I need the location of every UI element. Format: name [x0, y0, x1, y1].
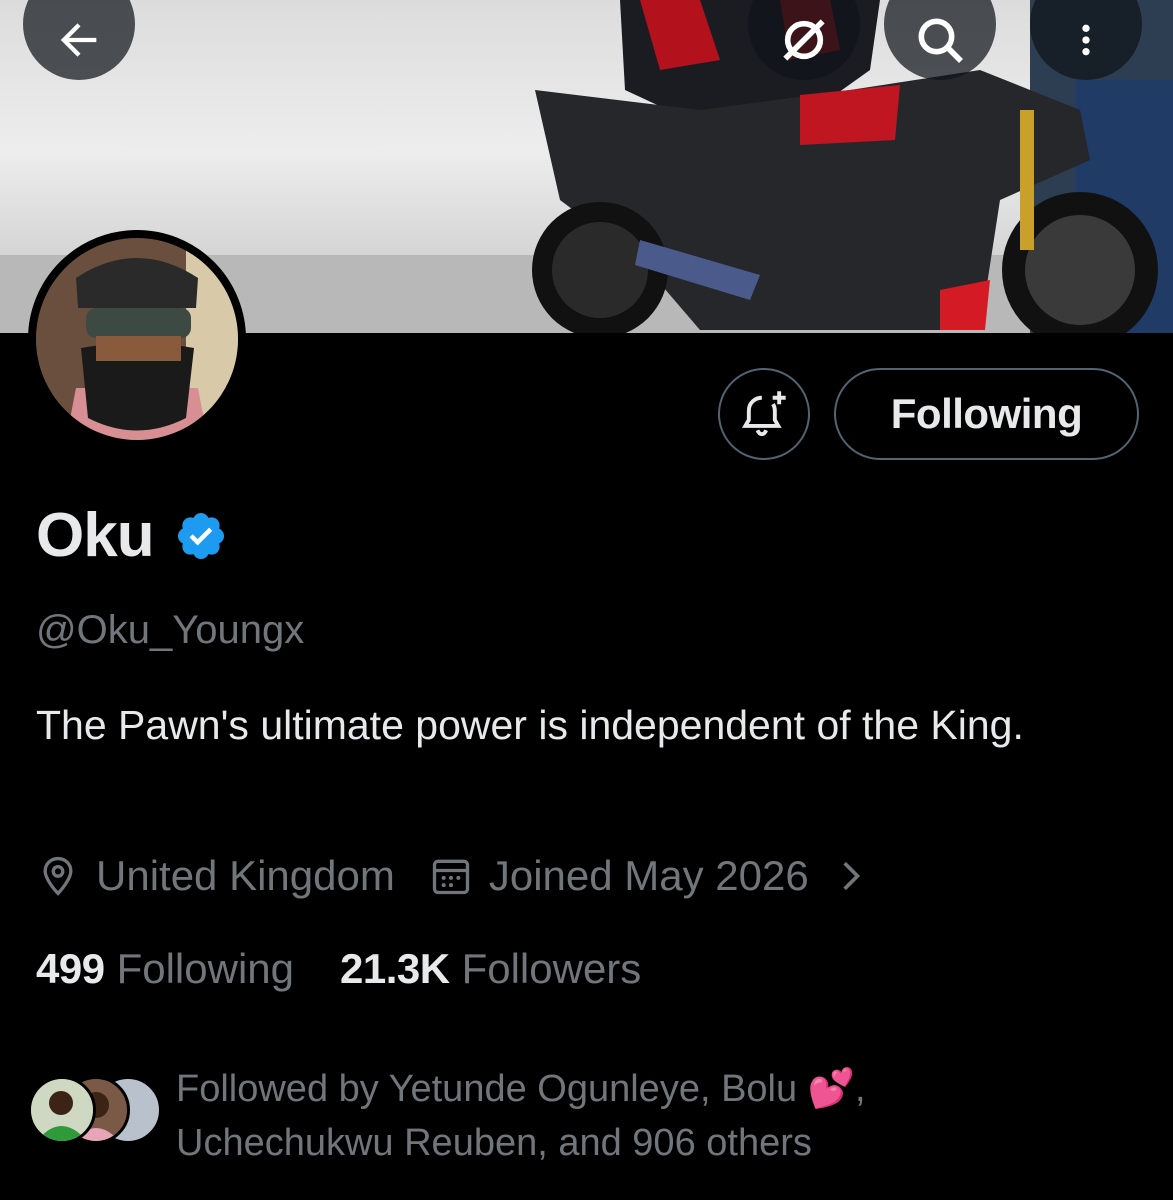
location-text: United Kingdom — [96, 852, 395, 899]
followed-by[interactable]: Followed by Yetunde Ogunleye, Bolu 💕, Uc… — [28, 1062, 956, 1170]
bell-plus-icon — [742, 391, 786, 437]
following-label: Following — [116, 945, 294, 992]
display-name: Oku — [36, 501, 155, 570]
following-button[interactable]: Following — [834, 368, 1139, 460]
following-stat[interactable]: 499 Following — [36, 945, 294, 993]
followers-count: 21.3K — [340, 945, 450, 992]
user-bio: The Pawn's ultimate power is independent… — [36, 702, 1024, 748]
followed-by-text: Followed by Yetunde Ogunleye, Bolu 💕, Uc… — [176, 1062, 956, 1170]
following-count: 499 — [36, 945, 105, 992]
mutual-avatar — [28, 1076, 96, 1144]
profile-avatar[interactable] — [28, 230, 246, 448]
avatar-image — [36, 238, 238, 440]
chevron-right-icon[interactable] — [837, 854, 867, 898]
followed-by-prefix: Followed by Yetunde Ogunleye, Bolu — [176, 1068, 808, 1110]
more-vertical-icon — [1082, 24, 1090, 56]
calendar-icon — [432, 859, 469, 895]
verified-badge-icon[interactable] — [174, 509, 228, 563]
profile-meta: United Kingdom Joined May 2026 — [36, 852, 867, 900]
followers-stat[interactable]: 21.3K Followers — [340, 945, 641, 993]
user-handle: @Oku_Youngx — [36, 608, 305, 652]
name-row: Oku — [36, 500, 228, 571]
arrow-left-icon — [60, 23, 97, 57]
follow-stats: 499 Following 21.3K Followers — [36, 945, 641, 993]
mute-icon — [783, 19, 825, 61]
followers-label: Followers — [461, 945, 642, 992]
location-pin-icon — [43, 856, 73, 896]
notifications-button[interactable] — [718, 368, 810, 460]
hearts-emoji: 💕 — [807, 1068, 856, 1110]
search-icon — [918, 18, 963, 63]
mutual-avatars — [28, 1076, 168, 1156]
joined-date: Joined May 2026 — [488, 852, 809, 899]
